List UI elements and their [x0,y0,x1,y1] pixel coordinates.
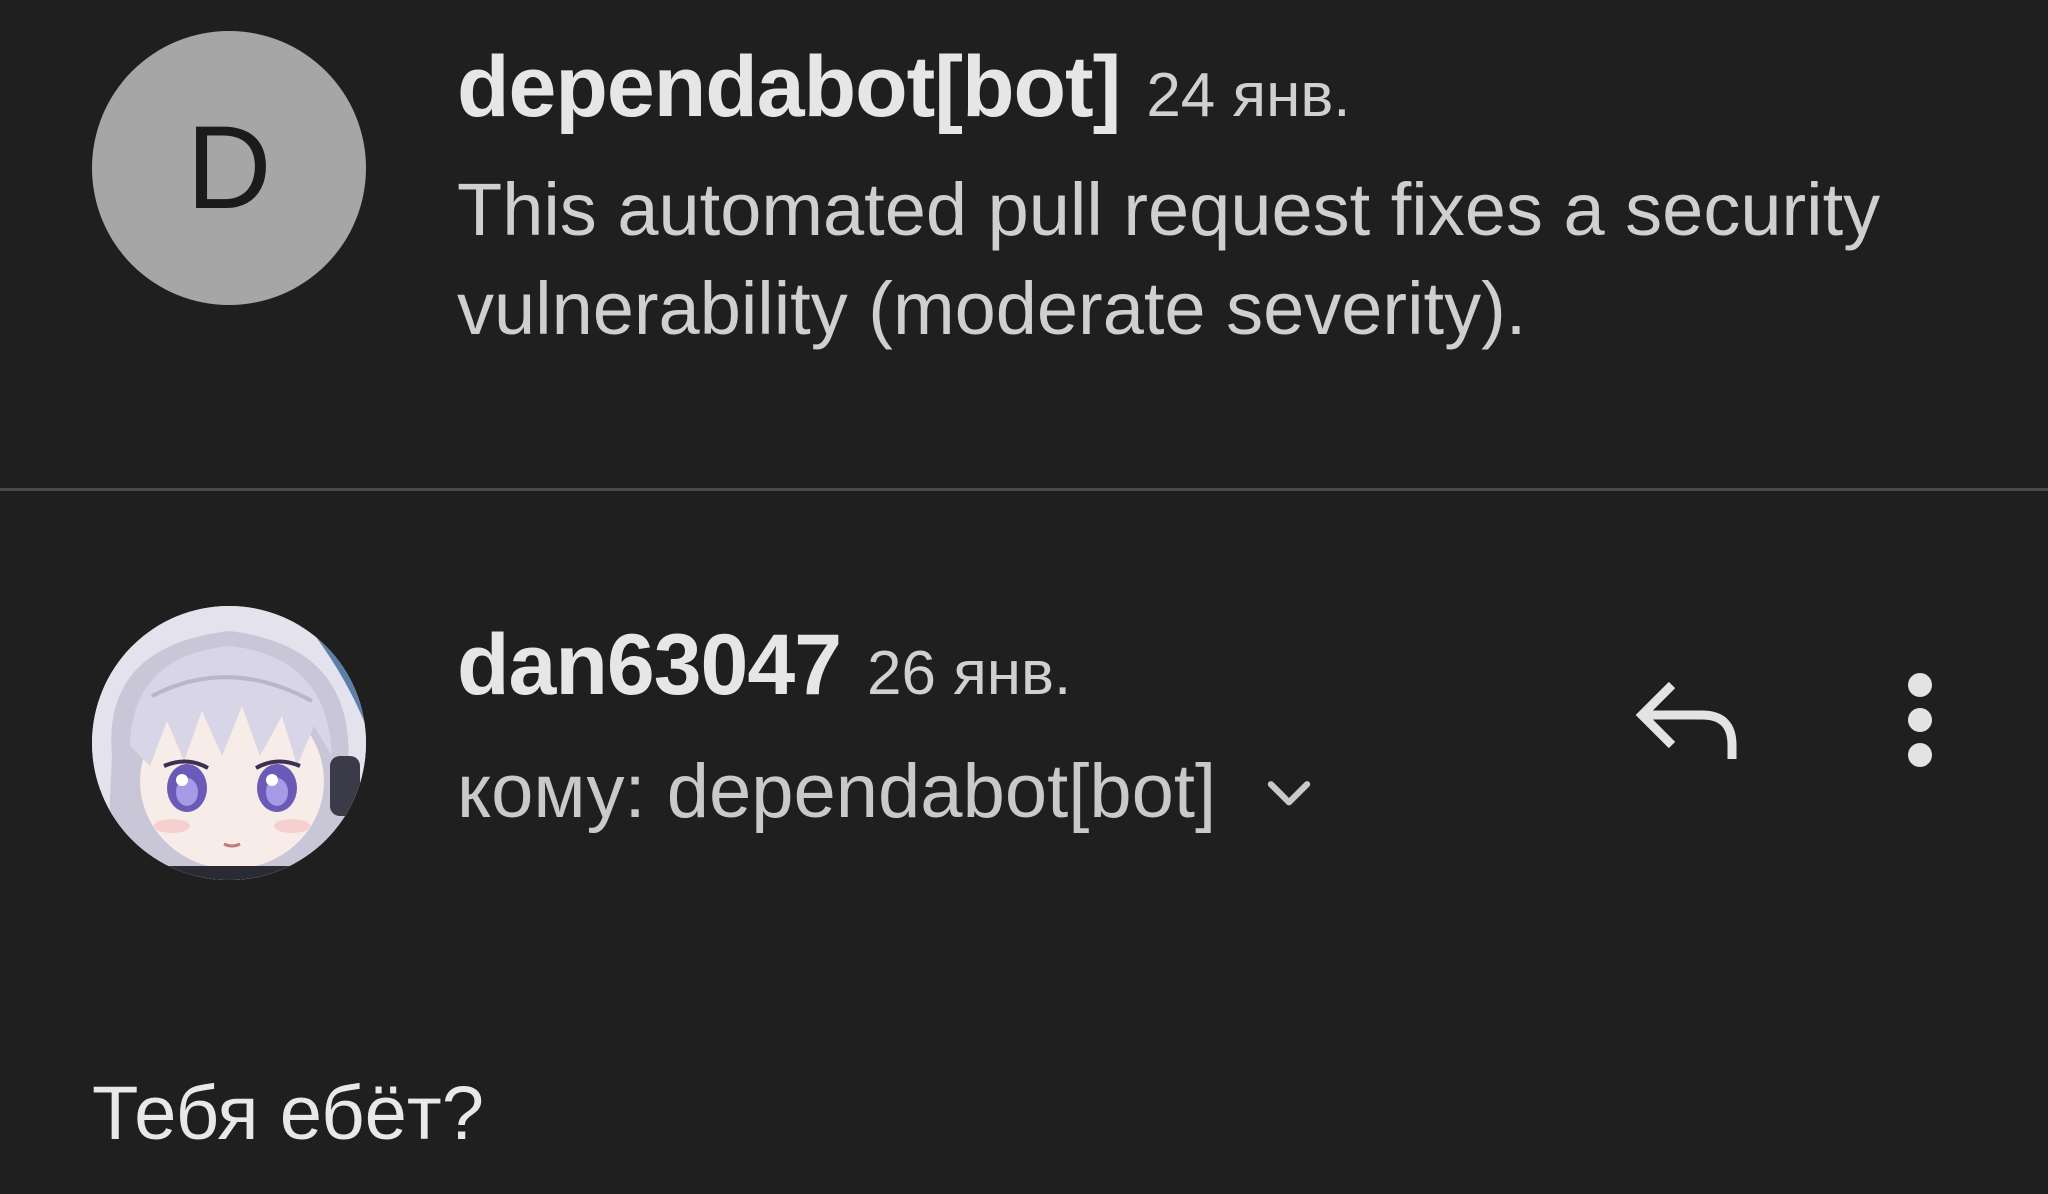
more-vert-icon [1908,673,1932,767]
reply-button[interactable] [1612,660,1762,780]
recipient-toggle[interactable]: кому: dependabot[bot] [457,748,1320,835]
sender-name: dependabot[bot] [457,39,1121,135]
message-snippet: This automated pull request fixes a secu… [457,168,1881,350]
message-body: Тебя ебёт? [92,1071,484,1156]
sender-avatar-image[interactable] [92,606,366,880]
message-item-dependabot[interactable]: D dependabot[bot] 24 янв. This automated … [0,0,2048,489]
recipient-text: кому: dependabot[bot] [457,749,1217,834]
message-divider [0,488,2048,491]
sender-line: dependabot[bot] 24 янв. [457,38,1350,137]
more-options-button[interactable] [1880,660,1960,780]
sender-avatar[interactable]: D [92,31,366,305]
avatar-letter: D [186,102,272,234]
sender-name: dan63047 [457,617,842,713]
sender-line: dan63047 26 янв. [457,616,1071,715]
message-date: 26 янв. [867,639,1072,708]
reply-icon [1635,681,1737,759]
chevron-down-icon [1267,780,1311,805]
message-date: 24 янв. [1146,61,1351,130]
anime-avatar-image [92,606,366,880]
